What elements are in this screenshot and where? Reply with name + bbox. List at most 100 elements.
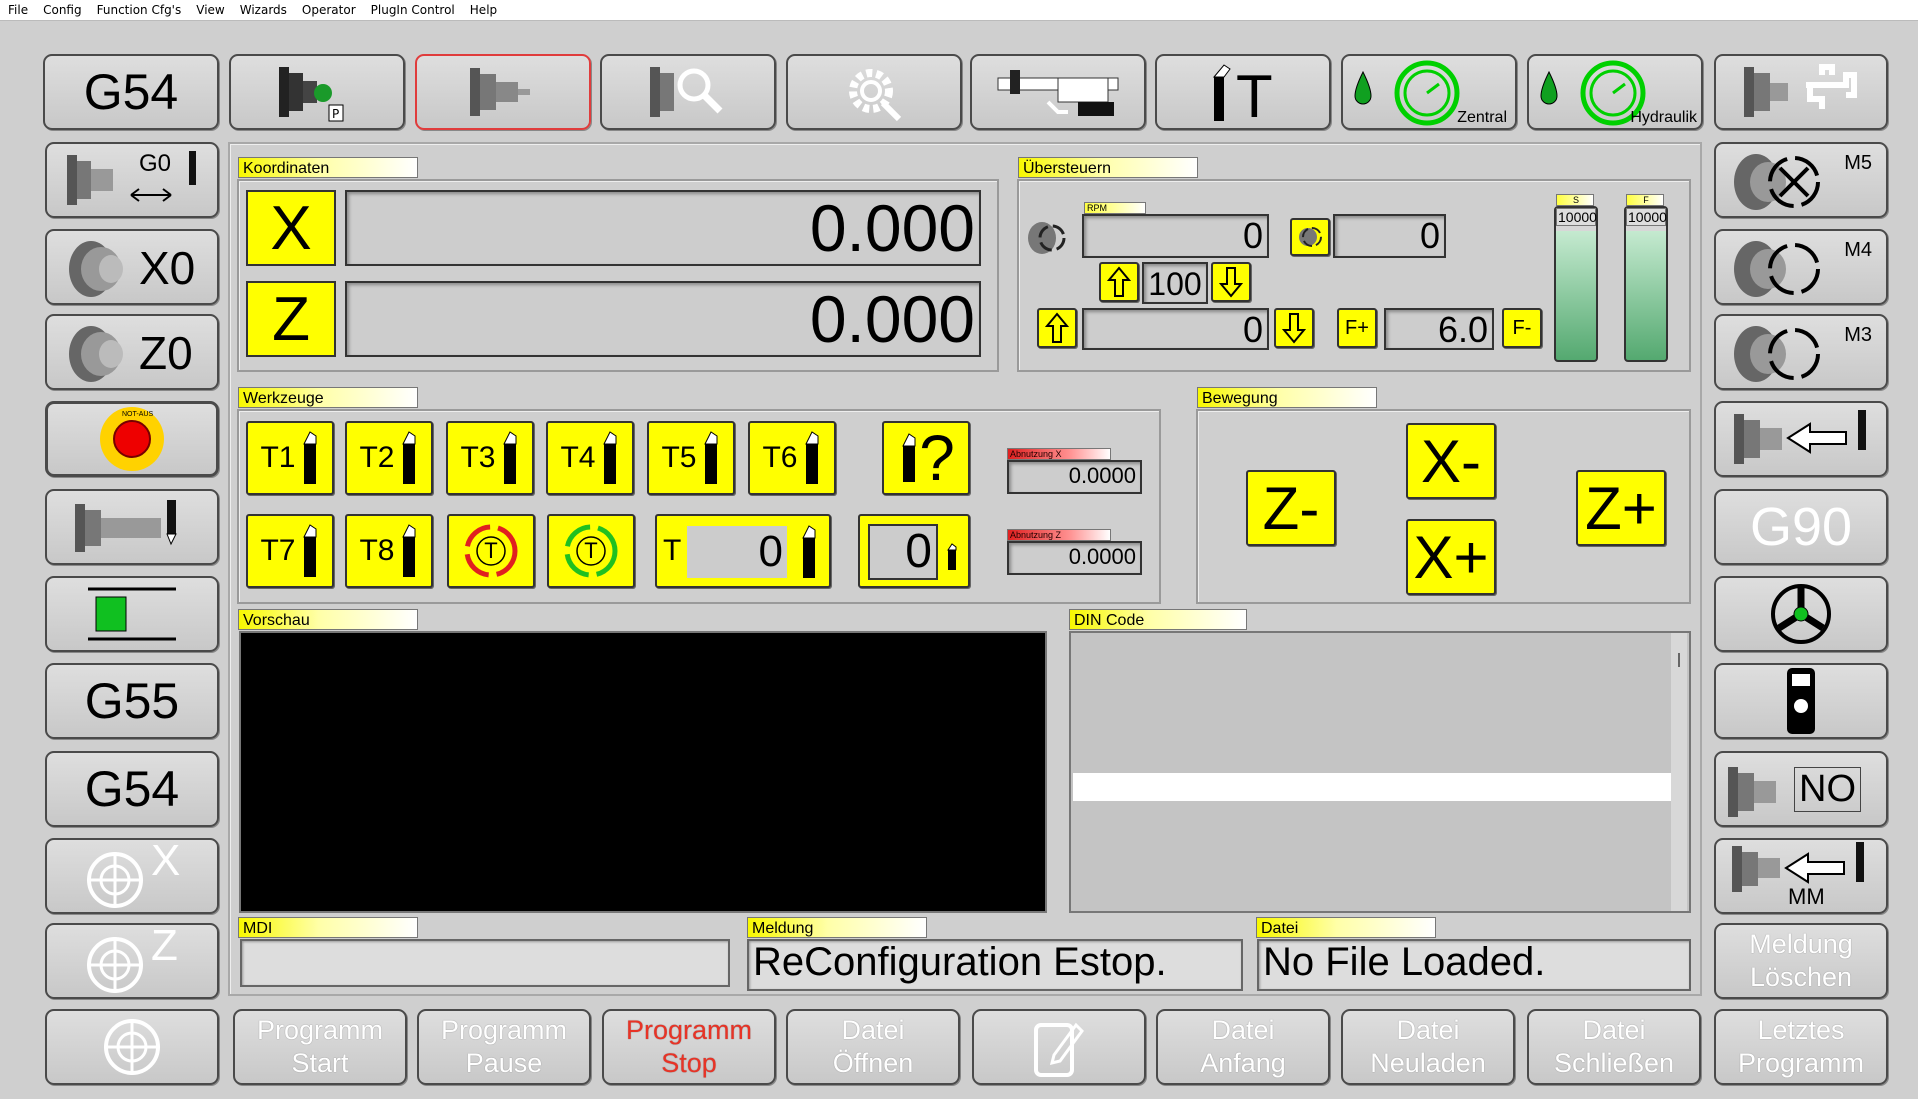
edit-button[interactable] — [972, 1009, 1146, 1085]
letztes-programm-button[interactable]: Letztes Programm — [1714, 1009, 1888, 1085]
menu-help[interactable]: Help — [462, 0, 504, 17]
tool-button-t7[interactable]: T7 — [246, 514, 334, 588]
programm-stop-button[interactable]: Programm Stop — [602, 1009, 776, 1085]
svg-text:P: P — [332, 107, 339, 121]
datei-schliessen-button[interactable]: Datei Schließen — [1527, 1009, 1701, 1085]
settings-search-button[interactable] — [786, 54, 962, 130]
s-bar-caption: S — [1556, 194, 1594, 206]
tool-rotate-red-button[interactable]: T — [447, 514, 535, 588]
programm-pause-button[interactable]: Programm Pause — [417, 1009, 591, 1085]
feed-up-button[interactable] — [1037, 308, 1077, 348]
tool-bit-icon — [401, 431, 415, 484]
m4-spindle-ccw-button[interactable]: M4 — [1714, 229, 1888, 305]
arrow-up-icon — [1107, 266, 1131, 297]
tool-t-value[interactable]: 0 — [687, 526, 787, 578]
coolant-button[interactable] — [1714, 54, 1888, 130]
menu-wizards[interactable]: Wizards — [232, 0, 294, 17]
tool-button-t2[interactable]: T2 — [345, 421, 433, 495]
tool-unknown-button[interactable]: ? — [882, 421, 970, 495]
jog-x-plus-button[interactable]: X+ — [1406, 519, 1496, 595]
g0-move-button[interactable]: G0 — [45, 142, 219, 218]
x0-button[interactable]: X0 — [45, 229, 219, 305]
tool-bit-icon — [502, 431, 516, 484]
zentral-lubrication-button[interactable]: Zentral — [1341, 54, 1517, 130]
m3-spindle-cw-button[interactable]: M3 — [1714, 314, 1888, 390]
spindle-program-button[interactable]: P — [229, 54, 405, 130]
feed-minus-button[interactable]: F- — [1502, 308, 1542, 348]
menu-view[interactable]: View — [188, 0, 231, 17]
jog-z-minus-button[interactable]: Z- — [1246, 470, 1336, 546]
datei-anfang-button[interactable]: Datei Anfang — [1156, 1009, 1330, 1085]
hydraulik-label: Hydraulik — [1630, 109, 1697, 126]
menu-bar: File Config Function Cfg's View Wizards Opera… — [0, 0, 1918, 21]
menu-plugin-control[interactable]: PlugIn Control — [363, 0, 462, 17]
mdi-input[interactable] — [240, 939, 730, 987]
menu-function-cfgs[interactable]: Function Cfg's — [89, 0, 189, 17]
tool-rotate-green-button[interactable]: T — [547, 514, 635, 588]
tool-button-t4[interactable]: T4 — [546, 421, 634, 495]
spindle-override-down-button[interactable] — [1211, 262, 1251, 302]
jog-x-minus-button[interactable]: X- — [1406, 423, 1496, 499]
tool-button-t1[interactable]: T1 — [246, 421, 334, 495]
menu-config[interactable]: Config — [35, 0, 89, 17]
tool-button-t3[interactable]: T3 — [446, 421, 534, 495]
target-button[interactable] — [45, 1009, 219, 1085]
target-z-button[interactable]: Z — [45, 923, 219, 999]
spindle-override-up-button[interactable] — [1099, 262, 1139, 302]
bewegung-title: Bewegung — [1197, 387, 1377, 408]
g90-button[interactable]: G90 — [1714, 489, 1888, 565]
pendant-button[interactable] — [1714, 663, 1888, 739]
datei-oeffnen-label: Datei Öffnen — [832, 1015, 914, 1078]
rotate-green-label: T — [584, 538, 598, 563]
datei-neuladen-button[interactable]: Datei Neuladen — [1341, 1009, 1515, 1085]
block-mode-button[interactable] — [45, 576, 219, 652]
tool-touch-button[interactable] — [45, 489, 219, 565]
handwheel-button[interactable] — [1714, 576, 1888, 652]
green-square-icon — [88, 587, 176, 641]
menu-operator[interactable]: Operator — [294, 0, 363, 17]
mm-return-button[interactable]: MM — [1714, 838, 1888, 914]
zentral-pressure-gauge-icon — [1394, 60, 1460, 126]
tool-button-t6[interactable]: T6 — [748, 421, 836, 495]
measure-button[interactable] — [970, 54, 1146, 130]
tool-button-t5[interactable]: T5 — [647, 421, 735, 495]
z0-button[interactable]: Z0 — [45, 314, 219, 390]
tool-table-button[interactable]: T — [1155, 54, 1331, 130]
target-x-label: X — [151, 838, 181, 885]
spindle-search-button[interactable] — [600, 54, 776, 130]
feed-down-button[interactable] — [1274, 308, 1314, 348]
hydraulik-button[interactable]: Hydraulik — [1527, 54, 1703, 130]
target-x-button[interactable]: X — [45, 838, 219, 914]
g54-top-button[interactable]: G54 — [43, 54, 219, 130]
toolpath-preview[interactable] — [239, 631, 1047, 913]
arrow-down-icon — [1219, 267, 1243, 298]
g54-button[interactable]: G54 — [45, 751, 219, 827]
tool-button-t8[interactable]: T8 — [345, 514, 433, 588]
emergency-stop-button[interactable]: NOT-AUS — [45, 401, 219, 477]
m5-spindle-stop-button[interactable]: M5 — [1714, 142, 1888, 218]
meldung-loeschen-button[interactable]: Meldung Löschen — [1714, 923, 1888, 999]
spindle-speed-button[interactable] — [1290, 218, 1330, 256]
no-option-button[interactable]: NO — [1714, 751, 1888, 827]
datei-neuladen-label: Datei Neuladen — [1370, 1015, 1486, 1078]
spindle-view-button[interactable] — [415, 54, 591, 130]
din-code-scrollbar[interactable] — [1671, 633, 1687, 911]
spindle-stop-icon — [1734, 154, 1820, 210]
tool-label: T6 — [762, 441, 798, 474]
current-tool-field[interactable]: 0 — [858, 514, 970, 588]
tool-return-button[interactable] — [1714, 401, 1888, 477]
din-code-current-line — [1073, 773, 1671, 801]
koordinaten-title: Koordinaten — [238, 157, 418, 178]
tool-select-field[interactable]: T 0 — [655, 514, 831, 588]
scrollbar-thumb[interactable] — [1678, 653, 1680, 667]
spindle-arrow-icon — [1734, 410, 1866, 464]
programm-start-button[interactable]: Programm Start — [233, 1009, 407, 1085]
spindle-speed-icon — [1299, 227, 1322, 247]
feed-plus-button[interactable]: F+ — [1337, 308, 1377, 348]
menu-file[interactable]: File — [0, 0, 35, 17]
uebersteuern-title: Übersteuern — [1018, 157, 1198, 178]
jog-z-plus-button[interactable]: Z+ — [1576, 470, 1666, 546]
g55-button[interactable]: G55 — [45, 663, 219, 739]
datei-oeffnen-button[interactable]: Datei Öffnen — [786, 1009, 960, 1085]
din-code-editor[interactable] — [1069, 631, 1691, 913]
